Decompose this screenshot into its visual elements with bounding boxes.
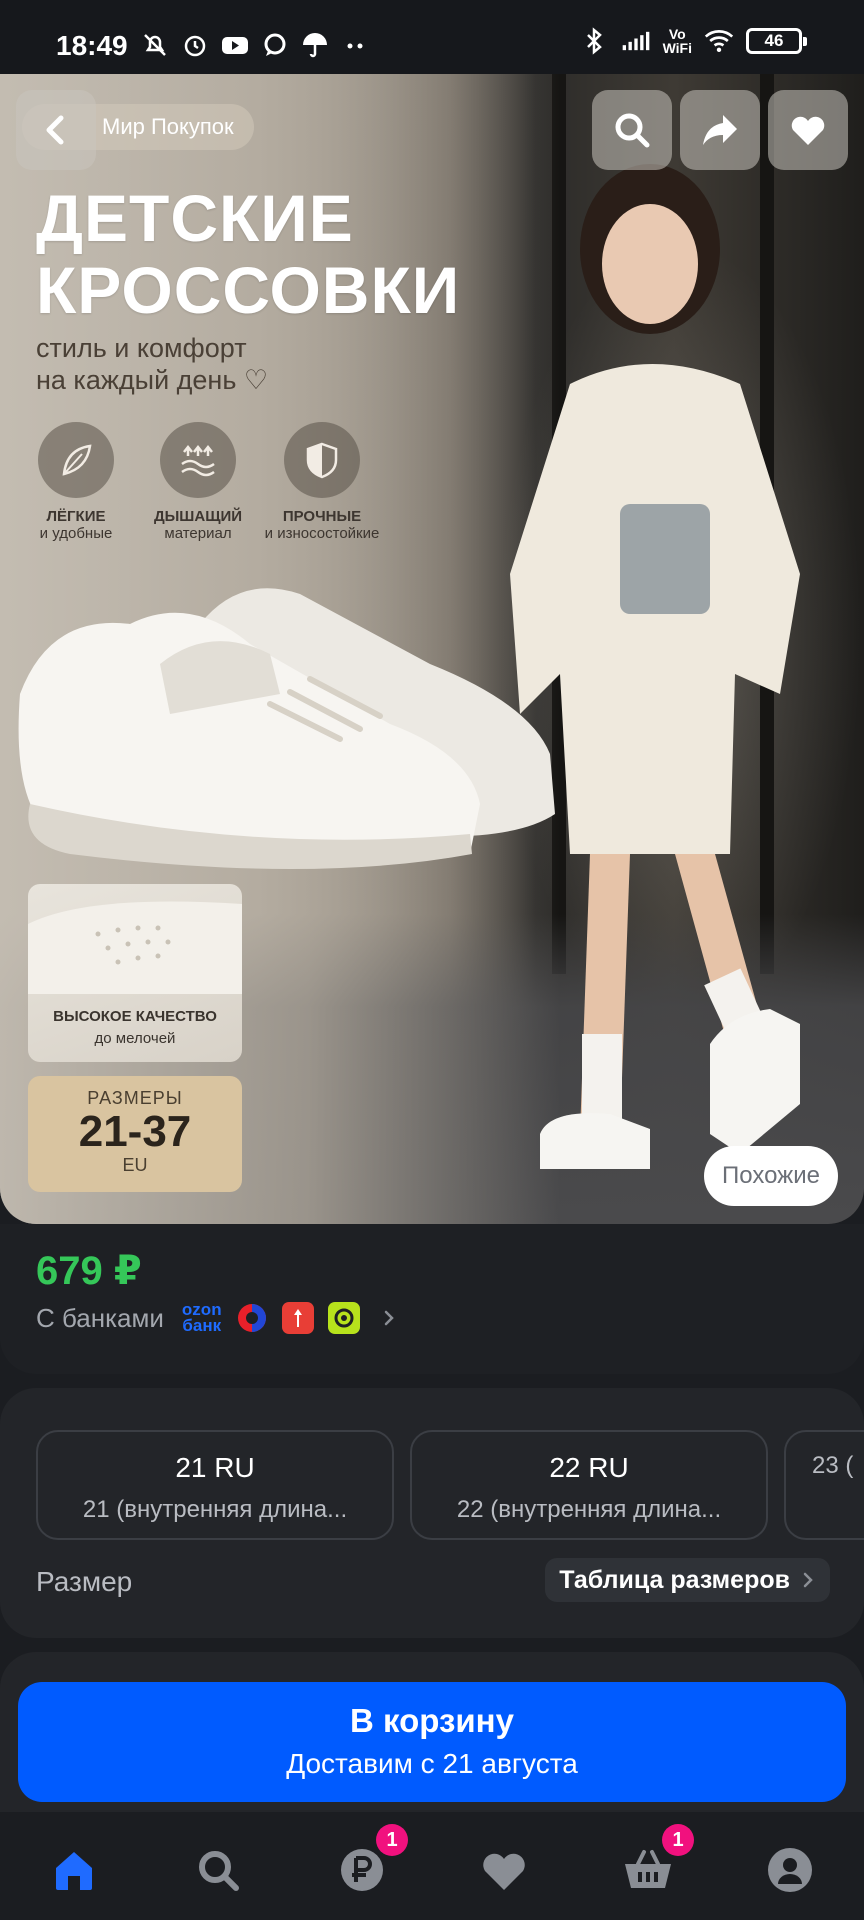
airflow-icon [160, 422, 236, 498]
size-card: 21 RU 21 (внутренняя длина... 22 RU 22 (… [0, 1388, 864, 1638]
bank-offers[interactable]: С банками ozon банк [36, 1300, 404, 1335]
youtube-icon [220, 30, 250, 60]
back-button[interactable] [16, 90, 96, 170]
badge-count: 1 [662, 1824, 694, 1856]
size-option-subtitle: 21 (внутренняя длина... [82, 1496, 348, 1523]
ozon-bank-logo: ozon банк [181, 1300, 222, 1335]
sizes-label: РАЗМЕРЫ [87, 1088, 183, 1108]
quality-card: ВЫСОКОЕ КАЧЕСТВО до мелочей [28, 884, 242, 1062]
more-dots-icon [340, 30, 370, 60]
size-option-title: 21 RU [175, 1452, 255, 1483]
chevron-right-icon [374, 1303, 404, 1333]
feature-light: ЛЁГКИЕ и удобные [6, 422, 146, 542]
chevron-left-icon [46, 115, 64, 145]
status-icons-right: Vo WiFi 46 [579, 26, 807, 56]
status-icons-left [140, 30, 370, 60]
delivery-date: Доставим с 21 августа [286, 1748, 578, 1779]
feature-label: ЛЁГКИЕ [46, 508, 106, 525]
battery-icon: 46 [746, 28, 807, 54]
shield-icon [284, 422, 360, 498]
hero-subtitle-line1: стиль и комфорт [36, 333, 247, 363]
bottom-nav: 1 1 [0, 1812, 864, 1920]
basket-icon [625, 1850, 671, 1888]
nav-finance[interactable]: 1 [332, 1824, 408, 1900]
size-option[interactable]: 23 ( [784, 1430, 864, 1540]
feature-label: ДЫШАЩИЙ [153, 508, 243, 525]
ruble-icon [341, 1849, 383, 1891]
mute-icon [140, 30, 170, 60]
search-button[interactable] [592, 90, 672, 170]
sizes-card: РАЗМЕРЫ 21-37 EU [28, 1076, 242, 1192]
status-bar: 18:49 Vo WiFi 46 [0, 0, 864, 74]
search-icon [615, 113, 650, 148]
profile-icon [768, 1848, 812, 1892]
chevron-right-icon [803, 1572, 813, 1588]
hero-subtitle: стиль и комфорт на каждый день ♡ [36, 332, 268, 396]
nav-home[interactable] [44, 1840, 104, 1900]
nav-favorites[interactable] [474, 1840, 534, 1900]
size-option-subtitle: 23 ( [812, 1452, 854, 1479]
share-icon [703, 115, 737, 145]
size-table-label: Таблица размеров [559, 1565, 790, 1594]
feature-sublabel: и износостойкие [264, 525, 380, 542]
size-option[interactable]: 21 RU 21 (внутренняя длина... [36, 1430, 394, 1540]
hero-title: ДЕТСКИЕ КРОССОВКИ [36, 182, 460, 326]
home-icon [56, 1852, 92, 1890]
signal-icon [621, 26, 651, 56]
vowifi-indicator: Vo WiFi [662, 26, 692, 56]
size-label: Размер [36, 1566, 133, 1597]
size-option[interactable]: 22 RU 22 (внутренняя длина... [410, 1430, 768, 1540]
price: 679 ₽ [36, 1249, 142, 1293]
feature-sublabel: и удобные [39, 525, 113, 542]
bank-logo-green [327, 1302, 360, 1334]
nav-cart[interactable]: 1 [618, 1824, 694, 1900]
search-icon [199, 1851, 239, 1891]
size-table-button[interactable]: Таблица размеров [545, 1558, 830, 1602]
feature-sublabel: материал [164, 525, 232, 542]
sizes-range: 21-37 [78, 1107, 192, 1156]
umbrella-icon [300, 30, 330, 60]
nav-profile[interactable] [760, 1840, 820, 1900]
share-button[interactable] [680, 90, 760, 170]
feature-breathable: ДЫШАЩИЙ материал [128, 422, 268, 542]
bank-logo-red-blue [236, 1302, 268, 1334]
nav-search[interactable] [188, 1840, 248, 1900]
sneaker-detail-image [28, 901, 242, 994]
bank-logo-red [281, 1302, 314, 1334]
status-time: 18:49 [56, 30, 128, 61]
feature-label: ПРОЧНЫЕ [282, 508, 362, 525]
alarm-icon [180, 30, 210, 60]
size-option-title: 22 RU [549, 1452, 629, 1483]
quality-subtitle: до мелочей [94, 1030, 176, 1047]
heart-icon [791, 116, 825, 145]
hero-title-line1: ДЕТСКИЕ [36, 181, 354, 255]
heart-icon [483, 1853, 525, 1890]
similar-button[interactable]: Похожие [704, 1146, 838, 1206]
banks-label: С банками [36, 1302, 164, 1333]
sizes-unit: EU [122, 1155, 148, 1175]
bluetooth-icon [579, 26, 609, 56]
hero-subtitle-line2: на каждый день ♡ [36, 365, 269, 395]
wifi-icon [704, 26, 734, 56]
brand-name: Мир Покупок [102, 114, 234, 139]
badge-count: 1 [376, 1824, 408, 1856]
price-card: 679 ₽ С банками ozon банк [0, 1224, 864, 1374]
quality-title: ВЫСОКОЕ КАЧЕСТВО [53, 1008, 217, 1025]
size-option-subtitle: 22 (внутренняя длина... [456, 1496, 722, 1523]
feature-durable: ПРОЧНЫЕ и износостойкие [252, 422, 392, 542]
feather-icon [38, 422, 114, 498]
add-to-cart-label: В корзину [350, 1702, 514, 1739]
add-to-cart-button[interactable]: В корзину Доставим с 21 августа [18, 1682, 846, 1802]
hero-title-line2: КРОССОВКИ [36, 253, 461, 327]
product-image[interactable]: Мир Покупок ДЕТСКИЕ КРОССОВКИ стиль и ко… [0, 74, 864, 1224]
sneakers-image [18, 588, 555, 869]
favorite-button[interactable] [768, 90, 848, 170]
chat-icon [260, 30, 290, 60]
